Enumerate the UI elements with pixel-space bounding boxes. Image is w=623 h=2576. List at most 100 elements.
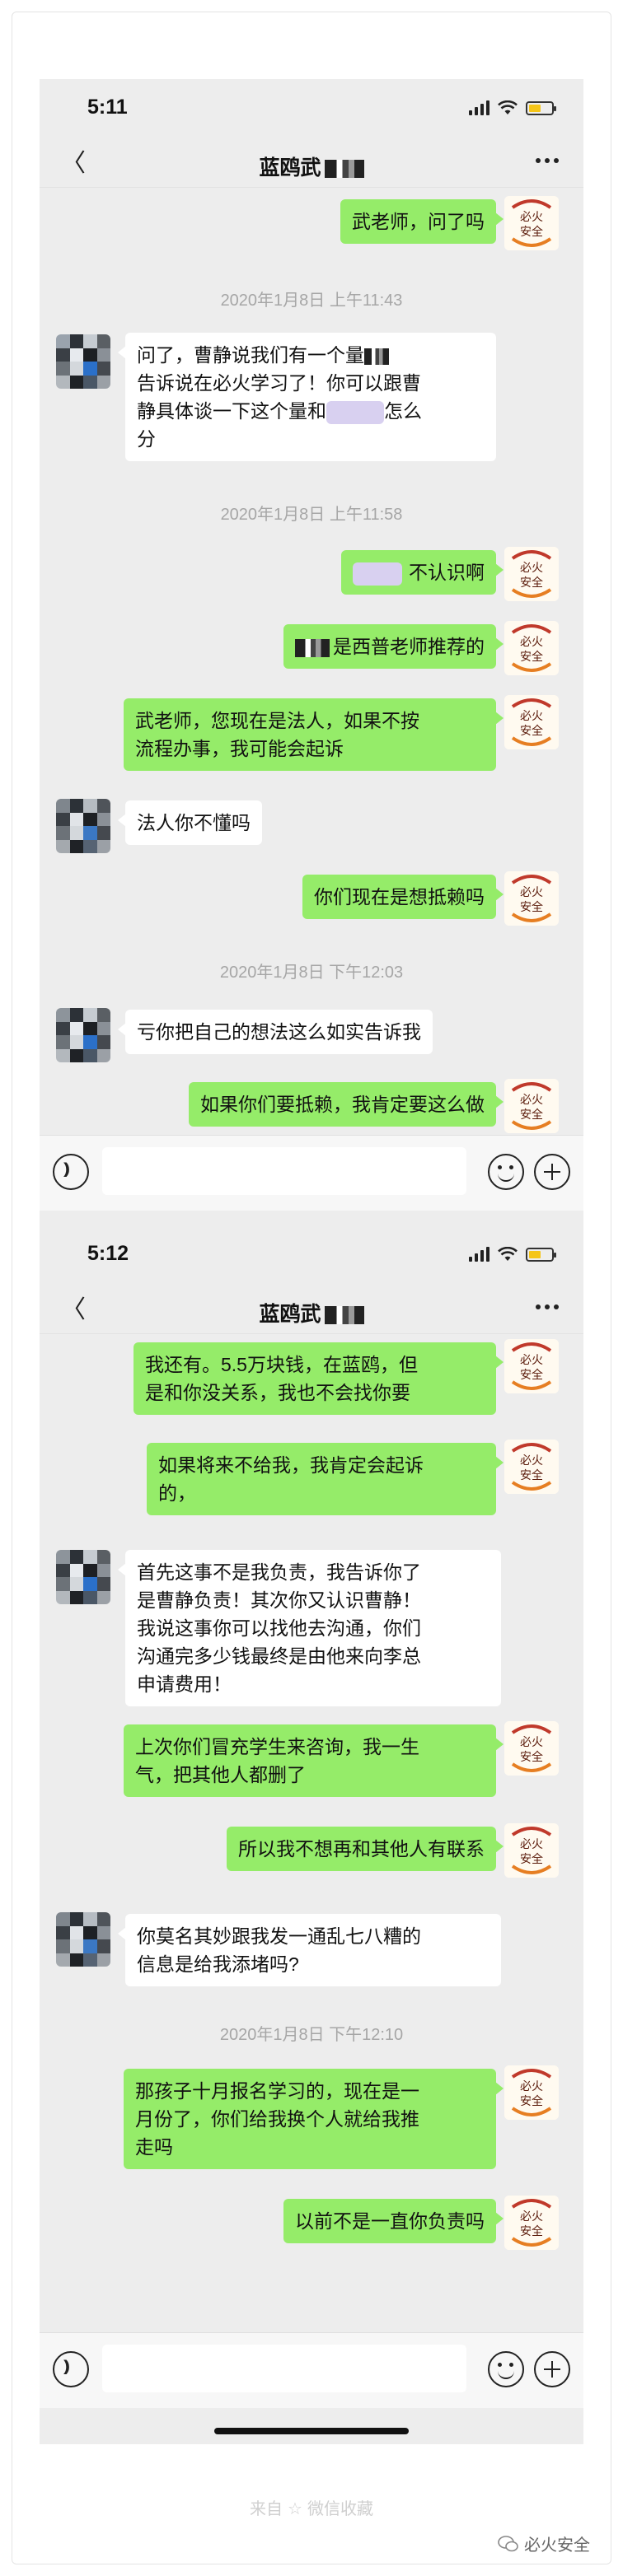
avatar[interactable]: 必火 安全: [504, 1339, 559, 1393]
wechat-icon: [498, 2535, 518, 2551]
avatar[interactable]: 必火 安全: [504, 871, 559, 926]
status-bar: 5:12: [40, 1225, 583, 1288]
message-bubble: 是西普老师推荐的: [283, 624, 504, 669]
message-bubble: 武老师，问了吗: [340, 199, 504, 244]
svg-text:安全: 安全: [520, 1368, 543, 1382]
message-bubble: 上次你们冒充学生来咨询，我一生 气，把其他人都删了: [124, 1724, 504, 1797]
battery-icon: [526, 1247, 556, 1262]
timestamp: 2020年1月8日 上午11:58: [220, 506, 403, 524]
status-bar: 5:11: [40, 79, 583, 142]
avatar[interactable]: 必火 安全: [504, 621, 559, 675]
message-bubble: 亏你把自己的想法这么如实告诉我: [118, 1010, 433, 1054]
avatar[interactable]: 必火 安全: [504, 1440, 559, 1494]
timestamp: 2020年1月8日 下午12:10: [219, 2026, 404, 2044]
message-bubble: 如果将来不给我，我肯定会起诉 的，: [147, 1443, 504, 1515]
avatar[interactable]: [56, 799, 110, 853]
avatar[interactable]: 必火 安全: [504, 547, 559, 601]
wifi-icon: [498, 1247, 518, 1261]
svg-text:必火: 必火: [520, 1094, 543, 1107]
svg-text:必火: 必火: [520, 1454, 543, 1468]
redacted-text: [295, 638, 330, 657]
redacted-name: [324, 1306, 364, 1325]
avatar[interactable]: 必火 安全: [504, 1823, 559, 1878]
avatar[interactable]: 必火 安全: [504, 1079, 559, 1133]
status-time: 5:11: [87, 96, 128, 119]
voice-icon[interactable]: [53, 1154, 89, 1190]
chat-header: 〈 蓝鸥武: [40, 1288, 583, 1334]
more-icon[interactable]: [536, 158, 559, 163]
message-bubble: 武老师，您现在是法人，如果不按 流程办事，我可能会起诉: [124, 698, 504, 771]
svg-text:安全: 安全: [520, 576, 543, 590]
voice-icon[interactable]: [53, 2351, 89, 2387]
favorites-icon: ☆: [288, 2500, 302, 2518]
avatar[interactable]: 必火 安全: [504, 2065, 559, 2120]
svg-text:安全: 安全: [520, 650, 543, 664]
message-bubble: 问了，曹静说我们有一个量 告诉说在必火学习了！你可以跟曹 静具体谈一下这个量和怎…: [118, 333, 496, 461]
emoji-icon[interactable]: [488, 2351, 524, 2387]
svg-text:安全: 安全: [520, 1852, 543, 1866]
svg-text:必火: 必火: [520, 211, 543, 224]
message-bubble: 不认识啊: [341, 550, 504, 595]
plus-icon[interactable]: [534, 2351, 570, 2387]
avatar[interactable]: [56, 1550, 110, 1604]
message-bubble: 如果你们要抵赖，我肯定要这么做: [189, 1082, 504, 1127]
signal-icon: [469, 100, 490, 115]
avatar[interactable]: [56, 334, 110, 389]
wifi-icon: [498, 100, 518, 114]
chat-header: 〈 蓝鸥武: [40, 142, 583, 188]
avatar[interactable]: 必火 安全: [504, 695, 559, 749]
message-bubble: 以前不是一直你负责吗: [283, 2199, 504, 2243]
svg-text:必火: 必火: [520, 886, 543, 899]
timestamp: 2020年1月8日 下午12:03: [219, 964, 404, 982]
status-time: 5:12: [87, 1242, 129, 1265]
message-bubble: 你莫名其妙跟我发一通乱七八糟的 信息是给我添堵吗?: [118, 1914, 501, 1986]
redacted-text: [353, 562, 402, 586]
svg-text:安全: 安全: [520, 225, 543, 239]
timestamp: 2020年1月8日 上午11:43: [220, 292, 403, 310]
svg-text:必火: 必火: [520, 636, 543, 649]
message-bubble: 你们现在是想抵赖吗: [302, 875, 504, 919]
chat-title: 蓝鸥武: [40, 1298, 583, 1328]
avatar[interactable]: 必火 安全: [504, 196, 559, 250]
avatar[interactable]: [56, 1912, 110, 1967]
svg-text:安全: 安全: [520, 2094, 543, 2108]
message-input[interactable]: [102, 2345, 466, 2392]
redacted-text: [326, 400, 384, 424]
status-icons: [469, 1247, 556, 1262]
favorites-footer: 来自 ☆ 微信收藏: [250, 2500, 373, 2518]
home-indicator: [214, 2428, 409, 2434]
signal-icon: [469, 1247, 490, 1262]
battery-icon: [526, 100, 556, 115]
message-bubble: 我还有。5.5万块钱，在蓝鸥，但 是和你没关系，我也不会找你要: [134, 1342, 504, 1415]
svg-text:必火: 必火: [520, 562, 543, 575]
svg-text:必火: 必火: [520, 2210, 543, 2224]
svg-text:必火: 必火: [520, 1736, 543, 1749]
svg-text:安全: 安全: [520, 1108, 543, 1122]
message-bubble: 首先这事不是我负责，我告诉你了 是曹静负责！其次你又认识曹静！ 我说这事你可以找…: [118, 1550, 501, 1706]
svg-text:安全: 安全: [520, 900, 543, 914]
svg-text:必火: 必火: [520, 1354, 543, 1367]
redacted-name: [324, 160, 364, 179]
chat-screenshot-2: 5:12 〈 蓝鸥武 我还有。5.5万块钱，在蓝鸥，但 是和你没关系，我也不会找…: [40, 1225, 583, 2444]
input-bar: [40, 1135, 583, 1211]
watermark: 必火安全: [498, 2532, 590, 2555]
message-input[interactable]: [102, 1147, 466, 1195]
chat-title: 蓝鸥武: [40, 152, 583, 181]
chat-screenshot-1: 5:11 〈 蓝鸥武 武老师，问了吗 必火 安全 2020年1月8日 上午11:4…: [40, 79, 583, 1252]
svg-text:必火: 必火: [520, 710, 543, 723]
svg-text:安全: 安全: [520, 724, 543, 738]
svg-text:安全: 安全: [520, 1750, 543, 1764]
svg-text:安全: 安全: [520, 1468, 543, 1482]
emoji-icon[interactable]: [488, 1154, 524, 1190]
plus-icon[interactable]: [534, 1154, 570, 1190]
status-icons: [469, 100, 556, 115]
avatar[interactable]: 必火 安全: [504, 2196, 559, 2250]
svg-text:必火: 必火: [520, 2080, 543, 2093]
redacted-text: [364, 348, 389, 365]
svg-text:必火: 必火: [520, 1838, 543, 1851]
svg-text:安全: 安全: [520, 2224, 543, 2238]
avatar[interactable]: [56, 1008, 110, 1062]
message-bubble: 所以我不想再和其他人有联系: [227, 1827, 504, 1871]
avatar[interactable]: 必火 安全: [504, 1721, 559, 1776]
more-icon[interactable]: [536, 1304, 559, 1309]
